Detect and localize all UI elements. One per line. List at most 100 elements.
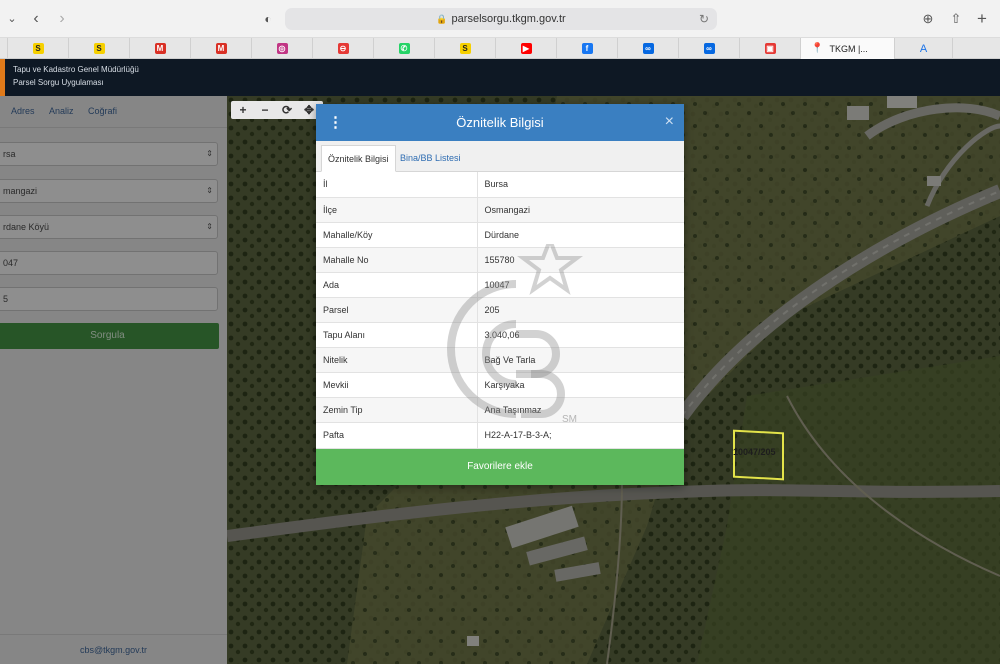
province-select[interactable]: rsa ⇕	[0, 142, 218, 166]
parsel-input[interactable]: 5	[0, 287, 218, 311]
url-text: parselsorgu.tkgm.gov.tr	[451, 13, 566, 25]
browser-tab[interactable]: ∞	[618, 38, 679, 59]
table-row: Mahalle/Köy Dürdane	[316, 222, 684, 248]
download-icon[interactable]: ⊕	[918, 9, 938, 29]
tab-first[interactable]	[0, 38, 8, 59]
browser-tab[interactable]: ◎	[252, 38, 313, 59]
table-row: Ada 10047	[316, 272, 684, 298]
query-button[interactable]: Sorgula	[0, 323, 219, 349]
forward-icon[interactable]: ›	[52, 9, 72, 29]
attribute-value: Osmangazi	[477, 197, 684, 223]
attribute-table: İl Bursa İlçe Osmangazi Mahalle/Köy Dürdane Ma…	[316, 172, 684, 449]
youtube-icon: ▶	[520, 43, 532, 54]
browser-tab[interactable]: ▶	[496, 38, 557, 59]
neighborhood-value: rdane Köyü	[3, 222, 50, 232]
district-value: mangazi	[3, 186, 38, 196]
app-icon: ▣	[764, 43, 776, 54]
browser-tab[interactable]: M	[191, 38, 252, 59]
reload-icon[interactable]: ↻	[699, 8, 709, 30]
refresh-icon[interactable]: ⟳	[276, 101, 298, 119]
district-select[interactable]: mangazi ⇕	[0, 179, 218, 203]
tab-analiz[interactable]: Analiz	[49, 106, 74, 116]
shield-icon[interactable]: ◐	[258, 9, 278, 29]
attribute-key: Ada	[316, 272, 478, 298]
address-bar[interactable]: 🔒 parselsorgu.tkgm.gov.tr ↻	[285, 8, 717, 30]
ada-input[interactable]: 047	[0, 251, 218, 275]
modal-title: Öznitelik Bilgisi	[456, 115, 544, 130]
tab-cografi[interactable]: Coğrafi	[88, 106, 117, 116]
share-icon[interactable]: ⇧	[946, 9, 966, 29]
browser-tab[interactable]: A	[895, 38, 953, 59]
facebook-icon: f	[581, 43, 593, 54]
meta-icon: ∞	[703, 43, 715, 54]
sahibinden-icon: S	[93, 43, 105, 54]
attribute-key: İlçe	[316, 197, 478, 223]
browser-tab[interactable]: S	[69, 38, 130, 59]
browser-toolbar: ⌄ ‹ › ◐ 🔒 parselsorgu.tkgm.gov.tr ↻ ⊕ ⇧ +	[0, 0, 1000, 38]
tab-buildings[interactable]: Bina/BB Listesi	[394, 145, 467, 172]
attribute-key: Zemin Tip	[316, 397, 478, 424]
active-tab[interactable]: 📍 TKGM |...	[801, 38, 895, 59]
whatsapp-icon: ✆	[398, 43, 410, 54]
browser-tab[interactable]: ✆	[374, 38, 435, 59]
app-store-icon: A	[919, 42, 928, 55]
modal-tabs: Öznitelik Bilgisi Bina/BB Listesi	[316, 141, 684, 172]
parsel-value: 5	[3, 294, 9, 304]
browser-tab[interactable]: ⊖	[313, 38, 374, 59]
tab-attributes[interactable]: Öznitelik Bilgisi	[321, 145, 396, 172]
table-row: Mevkii Karşıyaka	[316, 372, 684, 399]
table-row: Zemin Tip Ana Taşınmaz	[316, 397, 684, 424]
attribute-value: Dürdane	[477, 222, 684, 248]
location-pin-icon: 📍	[811, 43, 824, 54]
zoom-in-icon[interactable]: +	[232, 101, 254, 119]
attribute-info-modal: ⋮ Öznitelik Bilgisi × Öznitelik Bilgisi …	[316, 104, 684, 485]
table-row: İlçe Osmangazi	[316, 197, 684, 223]
attribute-key: Mahalle/Köy	[316, 222, 478, 248]
browser-tab[interactable]: S	[8, 38, 69, 59]
browser-tab[interactable]: S	[435, 38, 496, 59]
select-arrow-icon: ⇕	[206, 222, 213, 231]
app-header: Tapu ve Kadastro Genel Müdürlüğü Parsel …	[0, 59, 1000, 96]
tab-overview-chevron-icon[interactable]: ⌄	[2, 9, 22, 29]
attribute-key: Nitelik	[316, 347, 478, 374]
tab-strip: S S M M ◎ ⊖ ✆ S ▶ f ∞ ∞ ▣ 📍 TKGM |... A	[0, 38, 1000, 59]
attribute-value: H22-A-17-B-3-A;	[477, 422, 684, 449]
attribute-value: Ana Taşınmaz	[477, 397, 684, 424]
header-accent	[0, 59, 5, 96]
gmail-icon: M	[215, 43, 227, 54]
contact-email[interactable]: cbs@tkgm.gov.tr	[0, 634, 227, 664]
attribute-value: 155780	[477, 247, 684, 273]
lock-icon: 🔒	[436, 14, 448, 24]
instagram-icon: ◎	[276, 43, 288, 54]
browser-tab[interactable]: ∞	[679, 38, 740, 59]
attribute-value: Karşıyaka	[477, 372, 684, 399]
table-row: Parsel 205	[316, 297, 684, 324]
close-icon[interactable]: ×	[665, 113, 674, 131]
table-row: Tapu Alanı 3.040,06	[316, 322, 684, 349]
attribute-key: Tapu Alanı	[316, 322, 478, 349]
modal-header: ⋮ Öznitelik Bilgisi ×	[316, 104, 684, 141]
ada-value: 047	[3, 258, 19, 268]
meta-icon: ∞	[642, 43, 654, 54]
attribute-value: 3.040,06	[477, 322, 684, 349]
sahibinden-icon: S	[32, 43, 44, 54]
zoom-out-icon[interactable]: −	[254, 101, 276, 119]
browser-tab[interactable]: M	[130, 38, 191, 59]
sahibinden-icon: S	[459, 43, 471, 54]
browser-tab[interactable]: ▣	[740, 38, 801, 59]
tab-adres[interactable]: Adres	[11, 106, 35, 116]
attribute-value: 205	[477, 297, 684, 324]
browser-tab[interactable]: f	[557, 38, 618, 59]
attribute-value: Bağ Ve Tarla	[477, 347, 684, 374]
sidebar: Adres Analiz Coğrafi rsa ⇕ mangazi ⇕ rdane…	[0, 96, 227, 664]
add-favorite-button[interactable]: Favorilere ekle	[316, 449, 684, 485]
sidebar-tabs: Adres Analiz Coğrafi	[0, 96, 227, 128]
neighborhood-select[interactable]: rdane Köyü ⇕	[0, 215, 218, 239]
attribute-value: Bursa	[477, 172, 684, 198]
province-value: rsa	[3, 149, 16, 159]
back-icon[interactable]: ‹	[26, 9, 46, 29]
attribute-key: İl	[316, 172, 478, 198]
attribute-key: Parsel	[316, 297, 478, 324]
new-tab-icon[interactable]: +	[972, 9, 992, 29]
org-name: Tapu ve Kadastro Genel Müdürlüğü	[13, 65, 139, 74]
